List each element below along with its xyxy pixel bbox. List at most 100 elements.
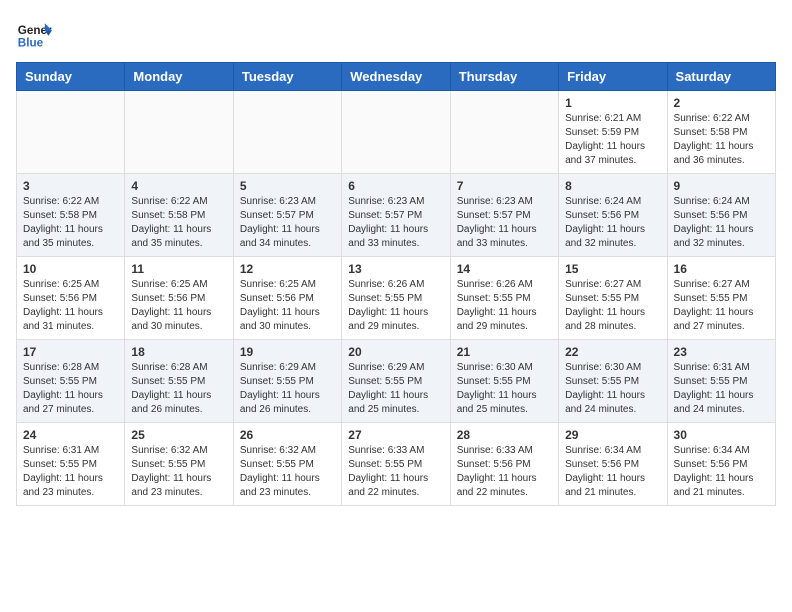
day-number: 13 <box>348 262 443 276</box>
day-number: 8 <box>565 179 660 193</box>
calendar-body: 1Sunrise: 6:21 AM Sunset: 5:59 PM Daylig… <box>17 91 776 506</box>
day-info: Sunrise: 6:23 AM Sunset: 5:57 PM Dayligh… <box>240 195 335 251</box>
day-info: Sunrise: 6:26 AM Sunset: 5:55 PM Dayligh… <box>348 278 443 334</box>
day-number: 27 <box>348 428 443 442</box>
day-number: 19 <box>240 345 335 359</box>
page-header: General Blue <box>16 16 776 52</box>
weekday-header: Sunday <box>17 63 125 91</box>
calendar-cell: 29 Sunrise: 6:34 AM Sunset: 5:56 PM Dayli… <box>559 423 667 506</box>
day-number: 21 <box>457 345 552 359</box>
day-info: Sunrise: 6:23 AM Sunset: 5:57 PM Dayligh… <box>457 195 552 251</box>
day-info: Sunrise: 6:31 AM Sunset: 5:55 PM Dayligh… <box>674 361 769 417</box>
calendar-cell: 20 Sunrise: 6:29 AM Sunset: 5:55 PM Dayli… <box>342 340 450 423</box>
calendar-cell <box>342 91 450 174</box>
day-number: 28 <box>457 428 552 442</box>
day-info: Sunrise: 6:34 AM Sunset: 5:56 PM Dayligh… <box>674 444 769 500</box>
logo-icon: General Blue <box>16 16 52 52</box>
weekday-header: Wednesday <box>342 63 450 91</box>
day-info: Sunrise: 6:25 AM Sunset: 5:56 PM Dayligh… <box>131 278 226 334</box>
logo: General Blue <box>16 16 56 52</box>
day-number: 5 <box>240 179 335 193</box>
day-number: 25 <box>131 428 226 442</box>
weekday-header: Tuesday <box>233 63 341 91</box>
calendar-cell: 4Sunrise: 6:22 AM Sunset: 5:58 PM Daylig… <box>125 174 233 257</box>
day-number: 30 <box>674 428 769 442</box>
day-info: Sunrise: 6:28 AM Sunset: 5:55 PM Dayligh… <box>131 361 226 417</box>
day-number: 29 <box>565 428 660 442</box>
calendar-cell: 19 Sunrise: 6:29 AM Sunset: 5:55 PM Dayli… <box>233 340 341 423</box>
calendar-cell: 27 Sunrise: 6:33 AM Sunset: 5:55 PM Dayli… <box>342 423 450 506</box>
day-number: 7 <box>457 179 552 193</box>
calendar-cell: 7 Sunrise: 6:23 AM Sunset: 5:57 PM Daylig… <box>450 174 558 257</box>
day-number: 11 <box>131 262 226 276</box>
day-info: Sunrise: 6:32 AM Sunset: 5:55 PM Dayligh… <box>240 444 335 500</box>
day-info: Sunrise: 6:29 AM Sunset: 5:55 PM Dayligh… <box>348 361 443 417</box>
calendar-cell: 14 Sunrise: 6:26 AM Sunset: 5:55 PM Dayli… <box>450 257 558 340</box>
calendar-cell: 1Sunrise: 6:21 AM Sunset: 5:59 PM Daylig… <box>559 91 667 174</box>
day-number: 20 <box>348 345 443 359</box>
calendar-cell: 23 Sunrise: 6:31 AM Sunset: 5:55 PM Dayli… <box>667 340 775 423</box>
day-number: 14 <box>457 262 552 276</box>
day-info: Sunrise: 6:25 AM Sunset: 5:56 PM Dayligh… <box>23 278 118 334</box>
calendar-cell: 9 Sunrise: 6:24 AM Sunset: 5:56 PM Daylig… <box>667 174 775 257</box>
calendar-cell <box>125 91 233 174</box>
day-number: 1 <box>565 96 660 110</box>
day-info: Sunrise: 6:29 AM Sunset: 5:55 PM Dayligh… <box>240 361 335 417</box>
day-info: Sunrise: 6:25 AM Sunset: 5:56 PM Dayligh… <box>240 278 335 334</box>
calendar-cell: 17 Sunrise: 6:28 AM Sunset: 5:55 PM Dayli… <box>17 340 125 423</box>
calendar-cell: 18Sunrise: 6:28 AM Sunset: 5:55 PM Dayli… <box>125 340 233 423</box>
calendar-cell: 24 Sunrise: 6:31 AM Sunset: 5:55 PM Dayli… <box>17 423 125 506</box>
calendar-cell: 26 Sunrise: 6:32 AM Sunset: 5:55 PM Dayli… <box>233 423 341 506</box>
day-info: Sunrise: 6:24 AM Sunset: 5:56 PM Dayligh… <box>674 195 769 251</box>
weekday-header: Saturday <box>667 63 775 91</box>
calendar-week-row: 10 Sunrise: 6:25 AM Sunset: 5:56 PM Dayli… <box>17 257 776 340</box>
calendar-cell: 11 Sunrise: 6:25 AM Sunset: 5:56 PM Dayli… <box>125 257 233 340</box>
day-number: 3 <box>23 179 118 193</box>
day-info: Sunrise: 6:22 AM Sunset: 5:58 PM Dayligh… <box>23 195 118 251</box>
day-number: 10 <box>23 262 118 276</box>
day-number: 2 <box>674 96 769 110</box>
day-info: Sunrise: 6:27 AM Sunset: 5:55 PM Dayligh… <box>565 278 660 334</box>
calendar-week-row: 3 Sunrise: 6:22 AM Sunset: 5:58 PM Daylig… <box>17 174 776 257</box>
day-info: Sunrise: 6:33 AM Sunset: 5:55 PM Dayligh… <box>348 444 443 500</box>
calendar-cell: 6 Sunrise: 6:23 AM Sunset: 5:57 PM Daylig… <box>342 174 450 257</box>
calendar-cell: 16Sunrise: 6:27 AM Sunset: 5:55 PM Dayli… <box>667 257 775 340</box>
day-info: Sunrise: 6:33 AM Sunset: 5:56 PM Dayligh… <box>457 444 552 500</box>
day-number: 12 <box>240 262 335 276</box>
day-number: 17 <box>23 345 118 359</box>
day-info: Sunrise: 6:30 AM Sunset: 5:55 PM Dayligh… <box>457 361 552 417</box>
day-number: 6 <box>348 179 443 193</box>
calendar-table: SundayMondayTuesdayWednesdayThursdayFrid… <box>16 62 776 506</box>
day-info: Sunrise: 6:26 AM Sunset: 5:55 PM Dayligh… <box>457 278 552 334</box>
calendar-cell: 25 Sunrise: 6:32 AM Sunset: 5:55 PM Dayli… <box>125 423 233 506</box>
day-info: Sunrise: 6:28 AM Sunset: 5:55 PM Dayligh… <box>23 361 118 417</box>
day-info: Sunrise: 6:22 AM Sunset: 5:58 PM Dayligh… <box>674 112 769 168</box>
calendar-cell: 2 Sunrise: 6:22 AM Sunset: 5:58 PM Daylig… <box>667 91 775 174</box>
day-number: 9 <box>674 179 769 193</box>
day-info: Sunrise: 6:30 AM Sunset: 5:55 PM Dayligh… <box>565 361 660 417</box>
day-info: Sunrise: 6:23 AM Sunset: 5:57 PM Dayligh… <box>348 195 443 251</box>
day-info: Sunrise: 6:22 AM Sunset: 5:58 PM Dayligh… <box>131 195 226 251</box>
day-info: Sunrise: 6:24 AM Sunset: 5:56 PM Dayligh… <box>565 195 660 251</box>
calendar-cell: 5 Sunrise: 6:23 AM Sunset: 5:57 PM Daylig… <box>233 174 341 257</box>
weekday-header: Friday <box>559 63 667 91</box>
calendar-cell: 22 Sunrise: 6:30 AM Sunset: 5:55 PM Dayli… <box>559 340 667 423</box>
calendar-cell <box>233 91 341 174</box>
day-number: 16 <box>674 262 769 276</box>
calendar-cell: 8 Sunrise: 6:24 AM Sunset: 5:56 PM Daylig… <box>559 174 667 257</box>
calendar-cell: 28 Sunrise: 6:33 AM Sunset: 5:56 PM Dayli… <box>450 423 558 506</box>
calendar-week-row: 1Sunrise: 6:21 AM Sunset: 5:59 PM Daylig… <box>17 91 776 174</box>
weekday-row: SundayMondayTuesdayWednesdayThursdayFrid… <box>17 63 776 91</box>
weekday-header: Thursday <box>450 63 558 91</box>
day-info: Sunrise: 6:31 AM Sunset: 5:55 PM Dayligh… <box>23 444 118 500</box>
calendar-cell <box>450 91 558 174</box>
day-number: 22 <box>565 345 660 359</box>
calendar-cell: 10 Sunrise: 6:25 AM Sunset: 5:56 PM Dayli… <box>17 257 125 340</box>
calendar-cell: 21 Sunrise: 6:30 AM Sunset: 5:55 PM Dayli… <box>450 340 558 423</box>
day-info: Sunrise: 6:34 AM Sunset: 5:56 PM Dayligh… <box>565 444 660 500</box>
day-info: Sunrise: 6:32 AM Sunset: 5:55 PM Dayligh… <box>131 444 226 500</box>
day-number: 15 <box>565 262 660 276</box>
day-number: 24 <box>23 428 118 442</box>
day-number: 23 <box>674 345 769 359</box>
day-number: 26 <box>240 428 335 442</box>
